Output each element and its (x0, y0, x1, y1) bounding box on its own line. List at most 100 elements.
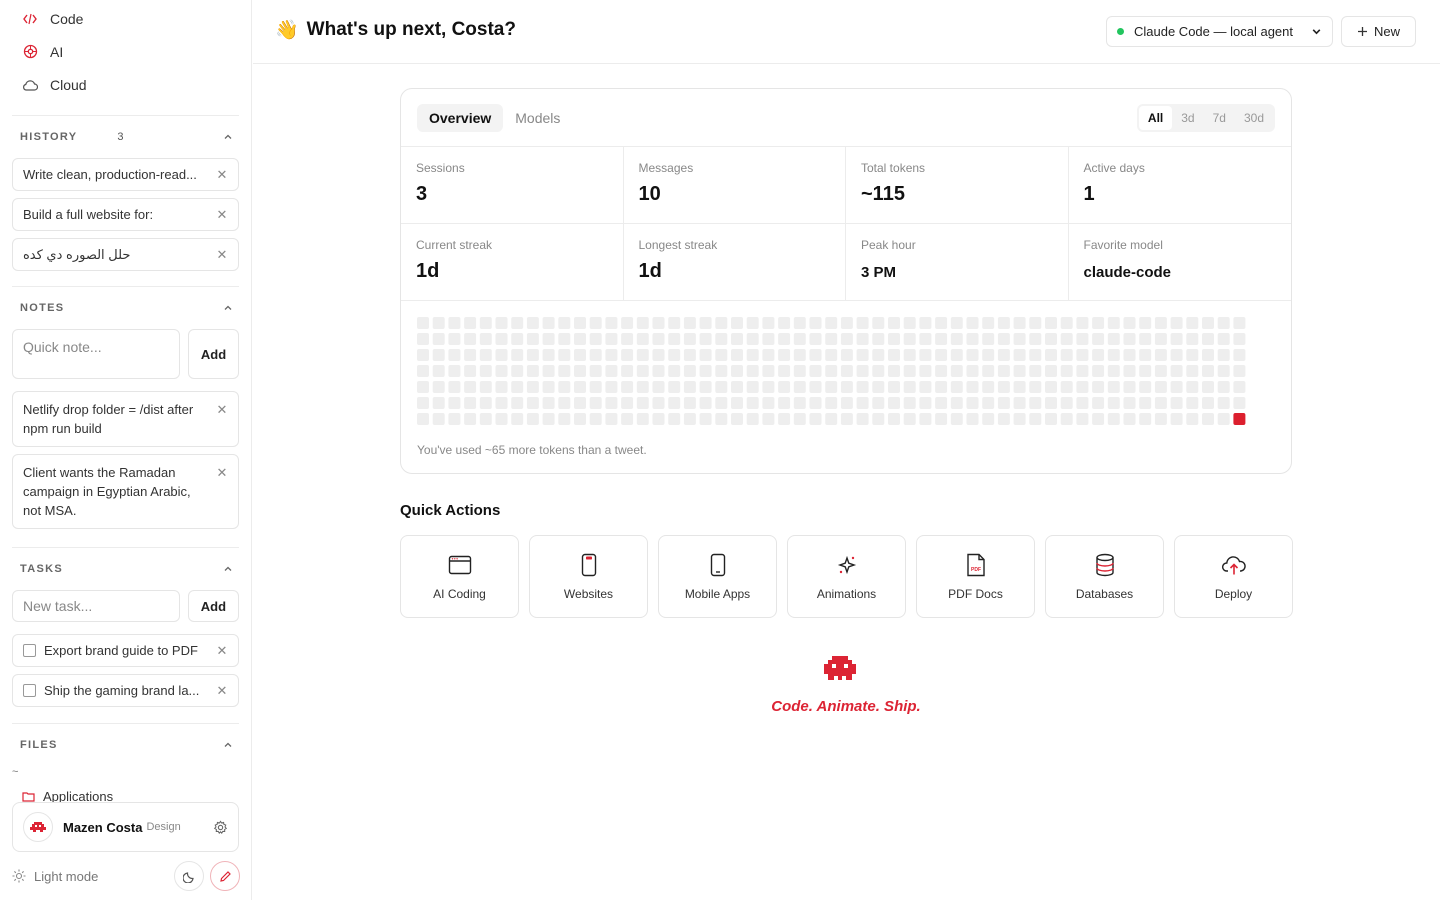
heatmap-cell (919, 317, 932, 329)
task-item[interactable]: Ship the gaming brand la... ✕ (12, 674, 239, 707)
quick-action-animations[interactable]: Animations (787, 535, 906, 618)
heatmap-cell (574, 333, 586, 345)
heatmap-cell (464, 317, 477, 329)
sidebar-item-ai[interactable]: AI (0, 35, 251, 68)
heatmap-cell (1202, 317, 1214, 329)
sidebar-item-label: Code (50, 10, 84, 27)
range-3d[interactable]: 3d (1172, 106, 1203, 130)
quick-action-pdf-docs[interactable]: PDF PDF Docs (916, 535, 1035, 618)
chevron-up-icon[interactable] (223, 303, 233, 313)
quick-action-deploy[interactable]: Deploy (1174, 535, 1293, 618)
heatmap-cell (1139, 381, 1152, 393)
stat-total-tokens: Total tokens ~115 (846, 147, 1069, 224)
task-checkbox[interactable] (23, 644, 36, 657)
heatmap-cell (621, 397, 634, 409)
history-item[interactable]: حلل الصوره دي كده ✕ (12, 238, 239, 271)
heatmap-cell (1092, 397, 1105, 409)
history-item-label: حلل الصوره دي كده (23, 246, 131, 262)
note-item[interactable]: Netlify drop folder = /dist after npm ru… (12, 391, 239, 447)
heatmap-cell (699, 381, 712, 393)
task-item[interactable]: Export brand guide to PDF ✕ (12, 634, 239, 667)
close-icon[interactable]: ✕ (216, 643, 228, 659)
history-header[interactable]: HISTORY 3 (12, 116, 239, 158)
note-item[interactable]: Client wants the Ramadan campaign in Egy… (12, 454, 239, 529)
agent-select[interactable]: Claude Code — local agent (1106, 16, 1333, 47)
heatmap-cell (1154, 397, 1167, 409)
heatmap-cell (840, 365, 853, 377)
range-30d[interactable]: 30d (1235, 106, 1273, 130)
close-icon[interactable]: ✕ (216, 400, 228, 419)
close-icon[interactable]: ✕ (216, 207, 228, 223)
chevron-up-icon[interactable] (223, 740, 233, 750)
gear-icon[interactable] (213, 820, 228, 835)
heatmap-cell (1202, 349, 1214, 361)
close-icon[interactable]: ✕ (216, 167, 228, 183)
stat-longest-streak: Longest streak 1d (623, 224, 846, 301)
heatmap-cell (699, 413, 712, 425)
history-item[interactable]: Build a full website for: ✕ (12, 198, 239, 231)
chevron-up-icon[interactable] (223, 564, 233, 574)
task-checkbox[interactable] (23, 684, 36, 697)
close-icon[interactable]: ✕ (216, 247, 228, 263)
heatmap-cell (997, 317, 1010, 329)
history-count: 3 (117, 131, 124, 143)
history-item[interactable]: Write clean, production-read... ✕ (12, 158, 239, 191)
quick-action-mobile-apps[interactable]: Mobile Apps (658, 535, 777, 618)
heatmap-cell (1029, 365, 1042, 377)
heatmap-cell (699, 349, 712, 361)
user-card[interactable]: Mazen Costa Design (12, 802, 239, 852)
phone-web-icon (581, 553, 596, 576)
sidebar-item-label: Cloud (50, 76, 87, 93)
heatmap-cell (511, 397, 524, 409)
files-header[interactable]: FILES (12, 724, 239, 766)
heatmap-cell (1233, 317, 1246, 329)
sidebar-item-code[interactable]: Code (0, 2, 251, 35)
close-icon[interactable]: ✕ (216, 463, 228, 482)
heatmap-cell (1202, 365, 1214, 377)
heatmap-cell (903, 397, 916, 409)
heatmap-cell (1217, 349, 1230, 361)
quick-action-ai-coding[interactable]: AI Coding (400, 535, 519, 618)
notes-header[interactable]: NOTES (12, 287, 239, 329)
add-note-button[interactable]: Add (188, 329, 239, 379)
accent-theme-button[interactable] (210, 861, 240, 891)
heatmap-cell (652, 349, 665, 361)
heatmap-cell (997, 397, 1010, 409)
heatmap-cell (1123, 413, 1136, 425)
heatmap-cell (1202, 397, 1214, 409)
heatmap-cell (872, 349, 885, 361)
heatmap-cell (872, 333, 885, 345)
heatmap-cell (495, 365, 508, 377)
quick-actions: AI Coding Websites Mobile Apps Animation… (400, 535, 1293, 618)
heatmap-cell (1154, 333, 1167, 345)
heatmap-cell (762, 365, 775, 377)
files-root[interactable]: ~ (12, 766, 239, 784)
tasks-header[interactable]: TASKS (12, 548, 239, 590)
code-icon (22, 11, 38, 27)
svg-text:PDF: PDF (971, 567, 981, 573)
range-7d[interactable]: 7d (1204, 106, 1235, 130)
heatmap-cell (417, 317, 429, 329)
new-task-input[interactable]: New task... (12, 590, 180, 622)
tab-models[interactable]: Models (503, 104, 572, 132)
tab-overview[interactable]: Overview (417, 103, 504, 132)
heatmap-cell (652, 333, 665, 345)
quick-action-label: Websites (563, 586, 614, 601)
quick-action-websites[interactable]: Websites (529, 535, 648, 618)
heatmap-cell (668, 413, 681, 425)
add-task-button[interactable]: Add (187, 590, 239, 622)
new-button-label: New (1373, 24, 1400, 39)
new-button[interactable]: New (1341, 16, 1416, 47)
light-mode-toggle[interactable]: Light mode (12, 869, 98, 884)
dark-mode-button[interactable] (174, 861, 204, 891)
heatmap-cell (683, 413, 696, 425)
quick-action-databases[interactable]: Databases (1045, 535, 1164, 618)
range-all[interactable]: All (1138, 105, 1173, 130)
quick-note-input[interactable]: Quick note... (12, 329, 180, 379)
close-icon[interactable]: ✕ (216, 683, 228, 699)
heatmap-cell (778, 381, 791, 393)
sidebar-item-cloud[interactable]: Cloud (0, 68, 251, 101)
heatmap-cell (825, 349, 838, 361)
chevron-up-icon[interactable] (223, 132, 233, 142)
ai-icon (22, 44, 38, 60)
